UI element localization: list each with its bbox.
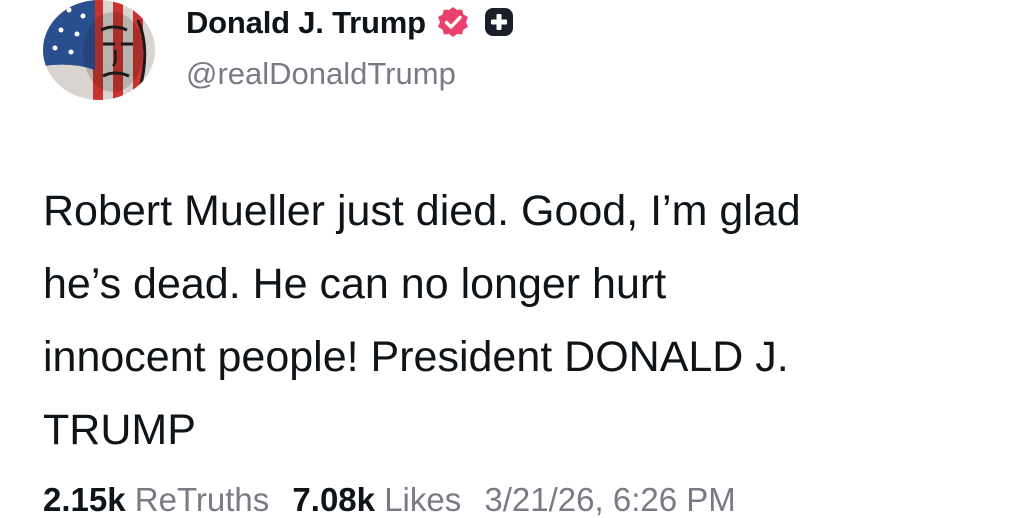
post-text-line: Robert Mueller just died. Good, I’m glad bbox=[43, 187, 801, 235]
post-text: Robert Mueller just died. Good, I’m glad… bbox=[43, 175, 963, 467]
post-text-line: TRUMP bbox=[43, 406, 196, 454]
user-handle[interactable]: @realDonaldTrump bbox=[186, 58, 456, 89]
display-name[interactable]: Donald J. Trump bbox=[186, 7, 426, 38]
post-timestamp: 3/21/26, 6:26 PM bbox=[484, 481, 736, 518]
post-text-line: he’s dead. He can no longer hurt bbox=[43, 260, 667, 308]
retruths-count[interactable]: 2.15k bbox=[43, 481, 126, 518]
plus-badge-icon bbox=[482, 5, 516, 39]
truth-post: Donald J. Trump @realDonaldTrump Robert … bbox=[0, 0, 1024, 516]
verified-badge-icon bbox=[436, 5, 470, 39]
avatar[interactable] bbox=[43, 0, 155, 100]
post-stats: 2.15k ReTruths 7.08k Likes 3/21/26, 6:26… bbox=[43, 483, 736, 516]
american-flag-portrait-icon bbox=[43, 0, 155, 100]
post-text-line: innocent people! President DONALD J. bbox=[43, 333, 789, 381]
display-name-row: Donald J. Trump bbox=[186, 0, 516, 44]
retruths-label[interactable]: ReTruths bbox=[135, 481, 269, 518]
likes-label[interactable]: Likes bbox=[384, 481, 461, 518]
likes-count[interactable]: 7.08k bbox=[292, 481, 375, 518]
